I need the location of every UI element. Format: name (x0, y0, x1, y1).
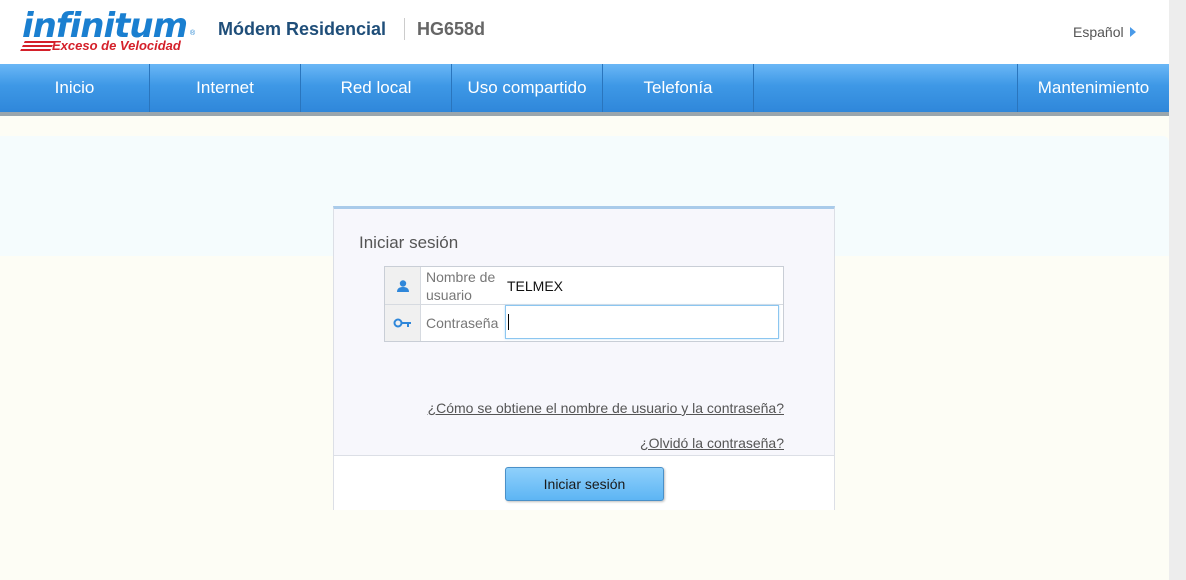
user-icon (385, 267, 421, 304)
username-row: Nombre de usuario TELMEX (385, 267, 783, 305)
nav-item-label: Inicio (54, 78, 95, 97)
nav-item-label: Uso compartido (467, 78, 587, 97)
model-name: HG658d (417, 19, 486, 39)
nav-item-uso-compartido[interactable]: Uso compartido (452, 64, 603, 112)
credentials-help-link[interactable]: ¿Cómo se obtiene el nombre de usuario y … (428, 400, 784, 416)
text-caret (508, 314, 509, 330)
language-label: Español (1073, 24, 1124, 40)
login-title: Iniciar sesión (359, 233, 459, 252)
nav-item-label: Telefonía (643, 78, 713, 97)
logo-tagline: Exceso de Velocidad (52, 38, 181, 53)
scrollbar-track[interactable] (1169, 0, 1186, 580)
nav-item-internet[interactable]: Internet (150, 64, 301, 112)
login-footer: Iniciar sesión (334, 455, 834, 510)
main-nav: Inicio Internet Red local Uso compartido… (0, 64, 1169, 116)
password-row: Contraseña (385, 305, 783, 341)
header: infinitum ® Exceso de Velocidad Módem Re… (0, 0, 1169, 64)
username-label: Nombre de usuario (426, 268, 496, 303)
nav-item-telefonia[interactable]: Telefonía (603, 64, 754, 112)
header-divider (404, 18, 405, 40)
nav-item-inicio[interactable]: Inicio (0, 64, 150, 112)
logo-speed-lines (19, 41, 55, 53)
password-label: Contraseña (426, 315, 499, 331)
login-panel: Iniciar sesión Nombre de usuario TELMEX … (333, 206, 835, 510)
nav-item-mantenimiento[interactable]: Mantenimiento (1017, 64, 1169, 112)
nav-item-red-local[interactable]: Red local (301, 64, 452, 112)
caret-right-icon (1129, 27, 1136, 37)
username-input[interactable]: TELMEX (505, 269, 783, 303)
language-selector[interactable]: Español (1073, 24, 1136, 40)
nav-item-label: Red local (340, 78, 412, 97)
logo-registered-mark: ® (190, 30, 196, 37)
nav-item-label: Internet (196, 78, 254, 97)
nav-item-label: Mantenimiento (1037, 78, 1150, 97)
infinitum-logo: infinitum ® Exceso de Velocidad (19, 8, 202, 58)
product-name: Módem Residencial (218, 19, 387, 39)
login-fields: Nombre de usuario TELMEX Contraseña (384, 266, 784, 342)
password-input[interactable] (505, 305, 779, 339)
key-icon (385, 305, 421, 341)
forgot-password-link[interactable]: ¿Olvidó la contraseña? (640, 435, 784, 451)
login-button[interactable]: Iniciar sesión (505, 467, 664, 501)
